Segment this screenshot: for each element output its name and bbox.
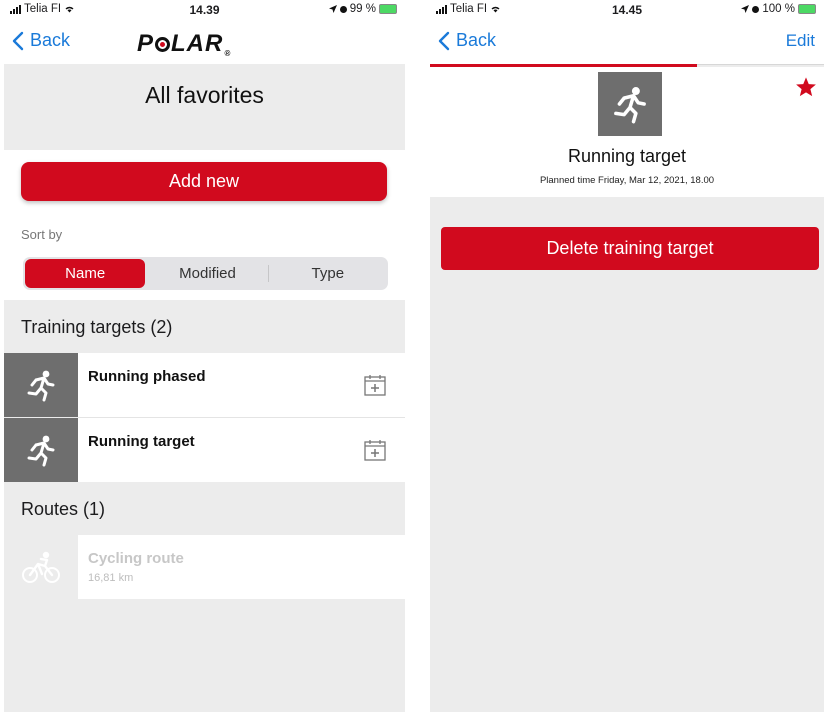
battery-icon xyxy=(379,4,397,14)
running-icon xyxy=(4,418,78,482)
list-item-title: Cycling route xyxy=(88,550,184,567)
battery-percent: 100 % xyxy=(762,3,795,15)
planned-time: Planned time Friday, Mar 12, 2021, 18.00 xyxy=(539,175,715,186)
alarm-icon xyxy=(339,5,347,13)
cycling-icon xyxy=(4,535,78,599)
location-icon xyxy=(328,5,337,13)
list-item[interactable]: Cycling route 16,81 km xyxy=(4,535,405,599)
routes-header: Routes (1) xyxy=(21,499,106,519)
sort-by-label: Sort by xyxy=(21,227,63,242)
sort-option-modified[interactable]: Modified xyxy=(147,257,267,290)
status-bar: Telia FI 14.39 99 % xyxy=(4,0,405,22)
calendar-add-icon[interactable] xyxy=(363,438,387,462)
sort-segmented-control: Name Modified Type xyxy=(23,257,388,290)
favorites-screen: Telia FI 14.39 99 % Back P LAR ® All favor… xyxy=(4,0,405,712)
target-title: Running target xyxy=(567,146,687,166)
chevron-left-icon xyxy=(12,31,24,50)
status-right: 99 % xyxy=(328,3,397,15)
sort-option-name[interactable]: Name xyxy=(25,259,146,288)
battery-icon xyxy=(798,4,816,14)
location-icon xyxy=(741,5,750,13)
back-label: Back xyxy=(30,30,71,50)
status-right: 100 % xyxy=(741,3,816,15)
logo-o-icon xyxy=(155,36,171,52)
running-icon xyxy=(4,353,78,417)
delete-training-target-button[interactable]: Delete training target xyxy=(441,227,819,270)
running-icon xyxy=(598,72,662,136)
registered-mark: ® xyxy=(224,49,232,58)
list-item-title: Running phased xyxy=(88,368,206,385)
list-item[interactable]: Running target xyxy=(4,418,405,482)
back-button[interactable]: Back xyxy=(438,30,496,51)
sort-option-type[interactable]: Type xyxy=(267,257,388,290)
battery-percent: 99 % xyxy=(349,3,376,15)
back-button[interactable]: Back xyxy=(12,30,70,51)
page-title: All favorites xyxy=(145,82,264,108)
list-item-distance: 16,81 km xyxy=(88,572,134,584)
back-label: Back xyxy=(456,30,497,50)
calendar-add-icon[interactable] xyxy=(363,373,387,397)
training-targets-header: Training targets (2) xyxy=(21,317,173,337)
add-new-button[interactable]: Add new xyxy=(21,162,387,201)
nav-bar: Back Edit xyxy=(430,22,824,64)
polar-logo: P LAR ® xyxy=(137,30,231,58)
nav-bar: Back P LAR ® xyxy=(4,22,405,64)
chevron-left-icon xyxy=(438,31,450,50)
target-detail-screen: Telia FI 14.45 100 % Back Edit Running t… xyxy=(430,0,824,712)
alarm-icon xyxy=(752,5,760,13)
logo-letters: LAR xyxy=(171,30,224,57)
favorite-star-icon[interactable] xyxy=(795,76,817,98)
logo-letter: P xyxy=(137,30,155,57)
status-bar: Telia FI 14.45 100 % xyxy=(430,0,824,22)
edit-button[interactable]: Edit xyxy=(786,31,815,51)
list-item[interactable]: Running phased xyxy=(4,353,405,417)
list-item-title: Running target xyxy=(88,433,195,450)
